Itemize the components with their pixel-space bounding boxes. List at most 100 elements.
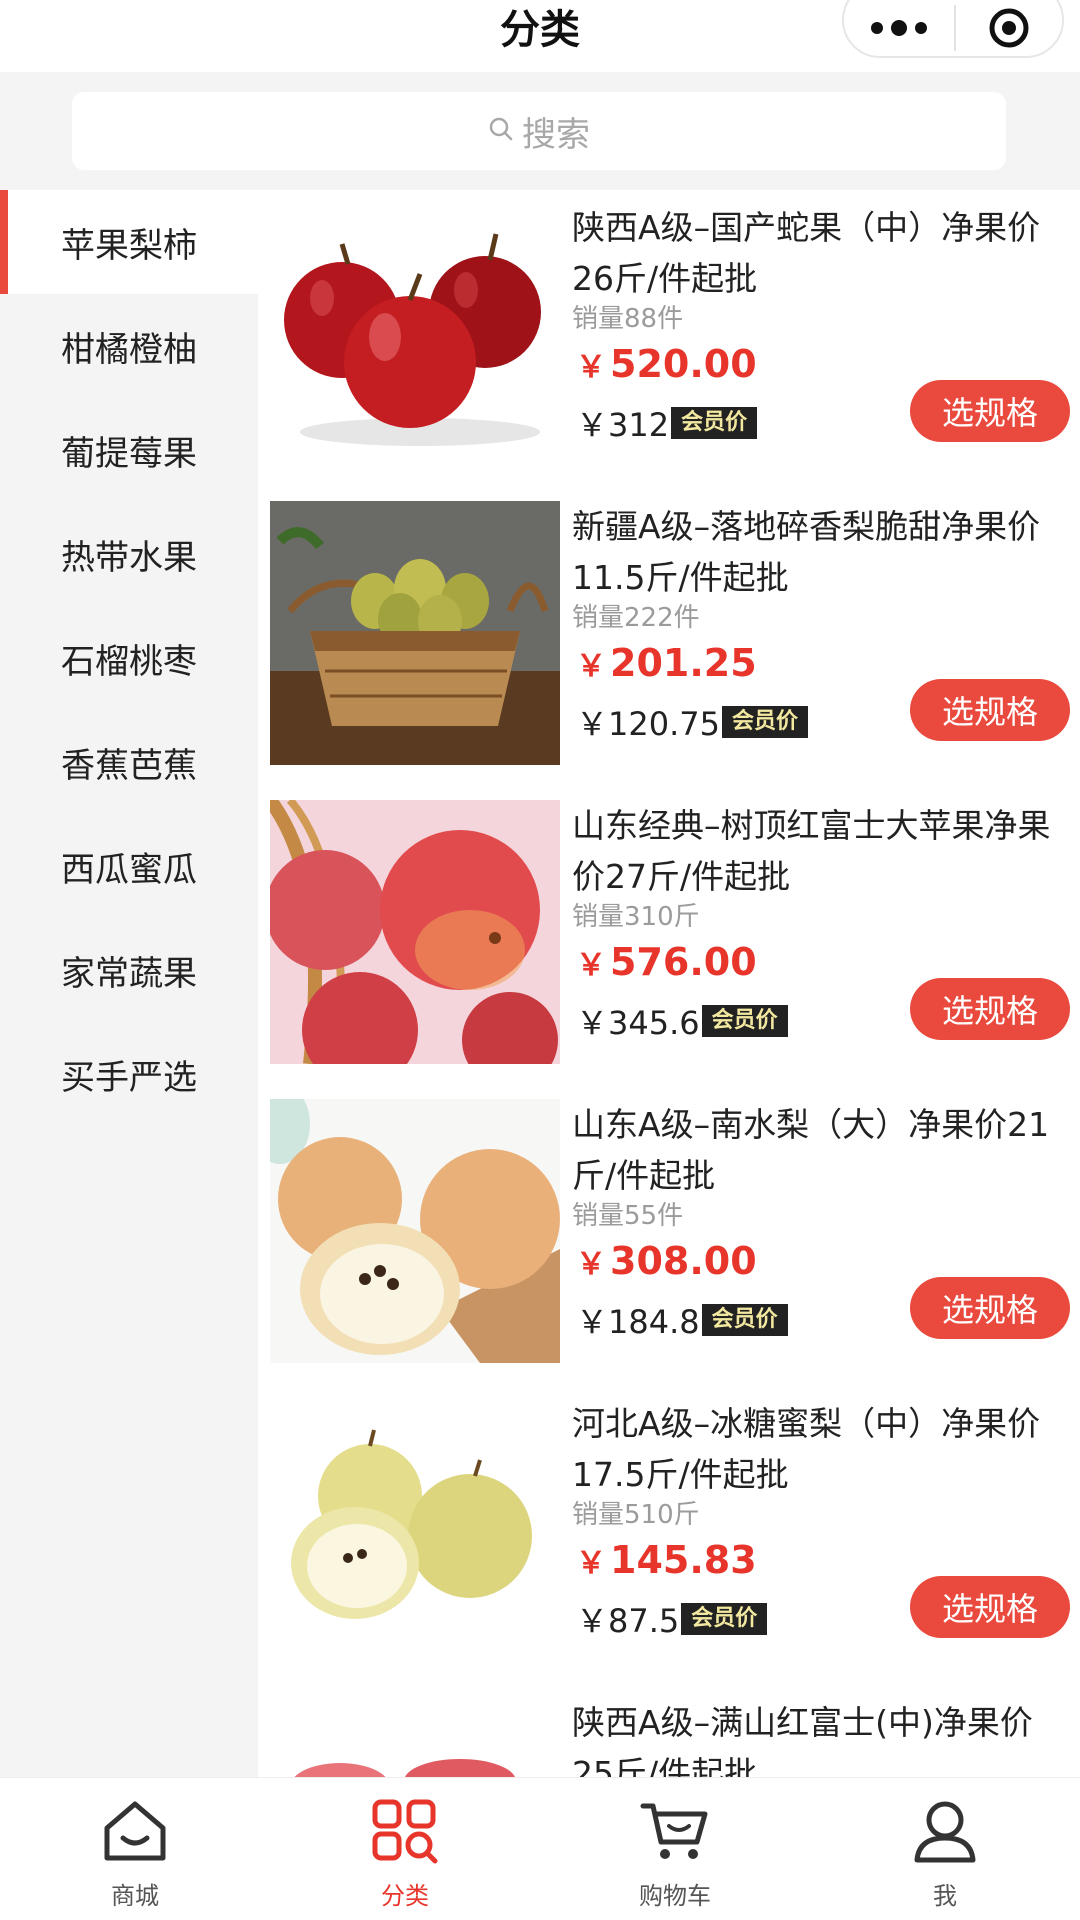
currency-symbol: ￥	[576, 948, 606, 983]
select-spec-button[interactable]: 选规格	[910, 1576, 1070, 1638]
sidebar-item-apple-pear-persimmon[interactable]: 苹果梨柿	[0, 190, 258, 294]
search-bar-area: 搜索	[0, 72, 1080, 190]
select-spec-button[interactable]: 选规格	[910, 380, 1070, 442]
tab-profile[interactable]: 我	[810, 1778, 1080, 1920]
product-sales: 销量510斤	[572, 1500, 700, 1530]
member-badge: 会员价	[701, 1005, 788, 1037]
product-name[interactable]: 陕西A级–满山红富士(中)净果价25斤/件起批	[572, 1697, 1072, 1777]
product-item[interactable]: 河北A级–冰糖蜜梨（中）净果价17.5斤/件起批 销量510斤 ￥ 145.83 …	[258, 1386, 1080, 1685]
price-value: 145.83	[610, 1538, 757, 1582]
product-item[interactable]: 陕西A级–满山红富士(中)净果价25斤/件起批	[258, 1685, 1080, 1777]
sidebar-item-label: 柑橘橙柚	[61, 329, 197, 370]
sidebar-item-label: 家常蔬果	[61, 953, 197, 994]
product-item[interactable]: 山东经典–树顶红富士大苹果净果价27斤/件起批 销量310斤 ￥ 576.00 ￥…	[258, 788, 1080, 1087]
member-price-value: ￥120.75	[576, 705, 720, 743]
member-price: ￥345.6 会员价	[576, 998, 788, 1044]
member-badge: 会员价	[701, 1304, 788, 1336]
member-badge: 会员价	[721, 706, 808, 738]
more-icon[interactable]	[844, 0, 954, 56]
tab-cart[interactable]: 购物车	[540, 1778, 810, 1920]
member-price-value: ￥184.8	[576, 1303, 700, 1341]
tab-label: 我	[933, 1882, 957, 1910]
tab-category[interactable]: 分类	[270, 1778, 540, 1920]
product-item[interactable]: 新疆A级–落地碎香梨脆甜净果价11.5斤/件起批 销量222件 ￥ 201.25 …	[258, 489, 1080, 788]
page-title: 分类	[500, 7, 580, 53]
member-badge: 会员价	[671, 407, 758, 439]
sidebar-item-label: 买手严选	[61, 1057, 197, 1098]
product-price: ￥ 576.00	[576, 940, 757, 984]
currency-symbol: ￥	[576, 1546, 606, 1581]
sidebar-item-citrus[interactable]: 柑橘橙柚	[0, 294, 258, 398]
tab-label: 购物车	[639, 1882, 711, 1910]
app-root: 分类 搜索 苹果梨柿 柑橘橙柚 葡提莓果 热带水果 石榴桃枣 香蕉芭蕉 西瓜蜜瓜…	[0, 0, 1080, 1920]
product-price: ￥ 308.00	[576, 1239, 757, 1283]
sidebar-item-vegetables[interactable]: 家常蔬果	[0, 918, 258, 1022]
price-value: 308.00	[610, 1239, 757, 1283]
sidebar-item-banana[interactable]: 香蕉芭蕉	[0, 710, 258, 814]
sidebar-item-label: 苹果梨柿	[61, 225, 197, 266]
product-price: ￥ 520.00	[576, 342, 757, 386]
product-image-pears-in-basket[interactable]	[270, 501, 560, 765]
category-icon	[369, 1798, 441, 1868]
sidebar-item-label: 热带水果	[61, 537, 197, 578]
sidebar-item-label: 石榴桃枣	[61, 641, 197, 682]
tab-home[interactable]: 商城	[0, 1778, 270, 1920]
product-sales: 销量88件	[572, 304, 684, 334]
product-name[interactable]: 新疆A级–落地碎香梨脆甜净果价11.5斤/件起批	[572, 501, 1072, 603]
currency-symbol: ￥	[576, 649, 606, 684]
sidebar-item-tropical[interactable]: 热带水果	[0, 502, 258, 606]
product-list: 陕西A级–国产蛇果（中）净果价26斤/件起批 销量88件 ￥ 520.00 ￥31…	[258, 190, 1080, 1777]
product-name[interactable]: 陕西A级–国产蛇果（中）净果价26斤/件起批	[572, 202, 1072, 304]
tab-label: 分类	[381, 1882, 429, 1910]
product-item[interactable]: 陕西A级–国产蛇果（中）净果价26斤/件起批 销量88件 ￥ 520.00 ￥31…	[258, 190, 1080, 489]
product-name[interactable]: 山东A级–南水梨（大）净果价21斤/件起批	[572, 1099, 1072, 1201]
product-sales: 销量310斤	[572, 902, 700, 932]
search-input[interactable]: 搜索	[72, 92, 1006, 170]
close-target-icon[interactable]	[956, 0, 1062, 50]
product-sales: 销量55件	[572, 1201, 684, 1231]
member-price: ￥184.8 会员价	[576, 1297, 788, 1343]
nav-header: 分类	[0, 0, 1080, 72]
product-price: ￥ 145.83	[576, 1538, 757, 1582]
sidebar-item-grapes-berries[interactable]: 葡提莓果	[0, 398, 258, 502]
sidebar-item-melon[interactable]: 西瓜蜜瓜	[0, 814, 258, 918]
product-price: ￥ 201.25	[576, 641, 757, 685]
bottom-tab-bar: 商城 分类 购物车 我	[0, 1777, 1080, 1920]
product-name[interactable]: 山东经典–树顶红富士大苹果净果价27斤/件起批	[572, 800, 1072, 902]
sidebar-item-label: 香蕉芭蕉	[61, 745, 197, 786]
mini-program-capsule	[842, 0, 1064, 58]
member-price-value: ￥345.6	[576, 1004, 700, 1042]
product-image-nanshui-pears[interactable]	[270, 1099, 560, 1363]
price-value: 201.25	[610, 641, 757, 685]
price-value: 520.00	[610, 342, 757, 386]
sidebar-item-label: 西瓜蜜瓜	[61, 849, 197, 890]
currency-symbol: ￥	[576, 350, 606, 385]
profile-icon	[909, 1798, 981, 1868]
member-badge: 会员价	[681, 1603, 768, 1635]
product-name[interactable]: 河北A级–冰糖蜜梨（中）净果价17.5斤/件起批	[572, 1398, 1072, 1500]
product-image-crystal-pears[interactable]	[270, 1398, 560, 1662]
member-price: ￥120.75 会员价	[576, 699, 808, 745]
tab-label: 商城	[111, 1882, 159, 1910]
home-icon	[99, 1798, 171, 1868]
search-placeholder: 搜索	[522, 114, 590, 155]
cart-icon	[639, 1798, 711, 1868]
select-spec-button[interactable]: 选规格	[910, 978, 1070, 1040]
product-image-red-apples[interactable]	[270, 202, 560, 466]
product-sales: 销量222件	[572, 603, 700, 633]
select-spec-button[interactable]: 选规格	[910, 679, 1070, 741]
sidebar-item-buyer-picks[interactable]: 买手严选	[0, 1022, 258, 1126]
member-price-value: ￥312	[576, 406, 670, 444]
product-image-red-fuji[interactable]	[270, 1697, 560, 1777]
currency-symbol: ￥	[576, 1247, 606, 1282]
sidebar-item-pomegranate-peach-date[interactable]: 石榴桃枣	[0, 606, 258, 710]
member-price-value: ￥87.5	[576, 1602, 680, 1640]
product-item[interactable]: 山东A级–南水梨（大）净果价21斤/件起批 销量55件 ￥ 308.00 ￥184…	[258, 1087, 1080, 1386]
price-value: 576.00	[610, 940, 757, 984]
sidebar-item-label: 葡提莓果	[61, 433, 197, 474]
category-sidebar: 苹果梨柿 柑橘橙柚 葡提莓果 热带水果 石榴桃枣 香蕉芭蕉 西瓜蜜瓜 家常蔬果 …	[0, 190, 258, 1777]
member-price: ￥312 会员价	[576, 400, 758, 446]
search-icon	[488, 116, 514, 146]
product-image-fuji-apples[interactable]	[270, 800, 560, 1064]
select-spec-button[interactable]: 选规格	[910, 1277, 1070, 1339]
